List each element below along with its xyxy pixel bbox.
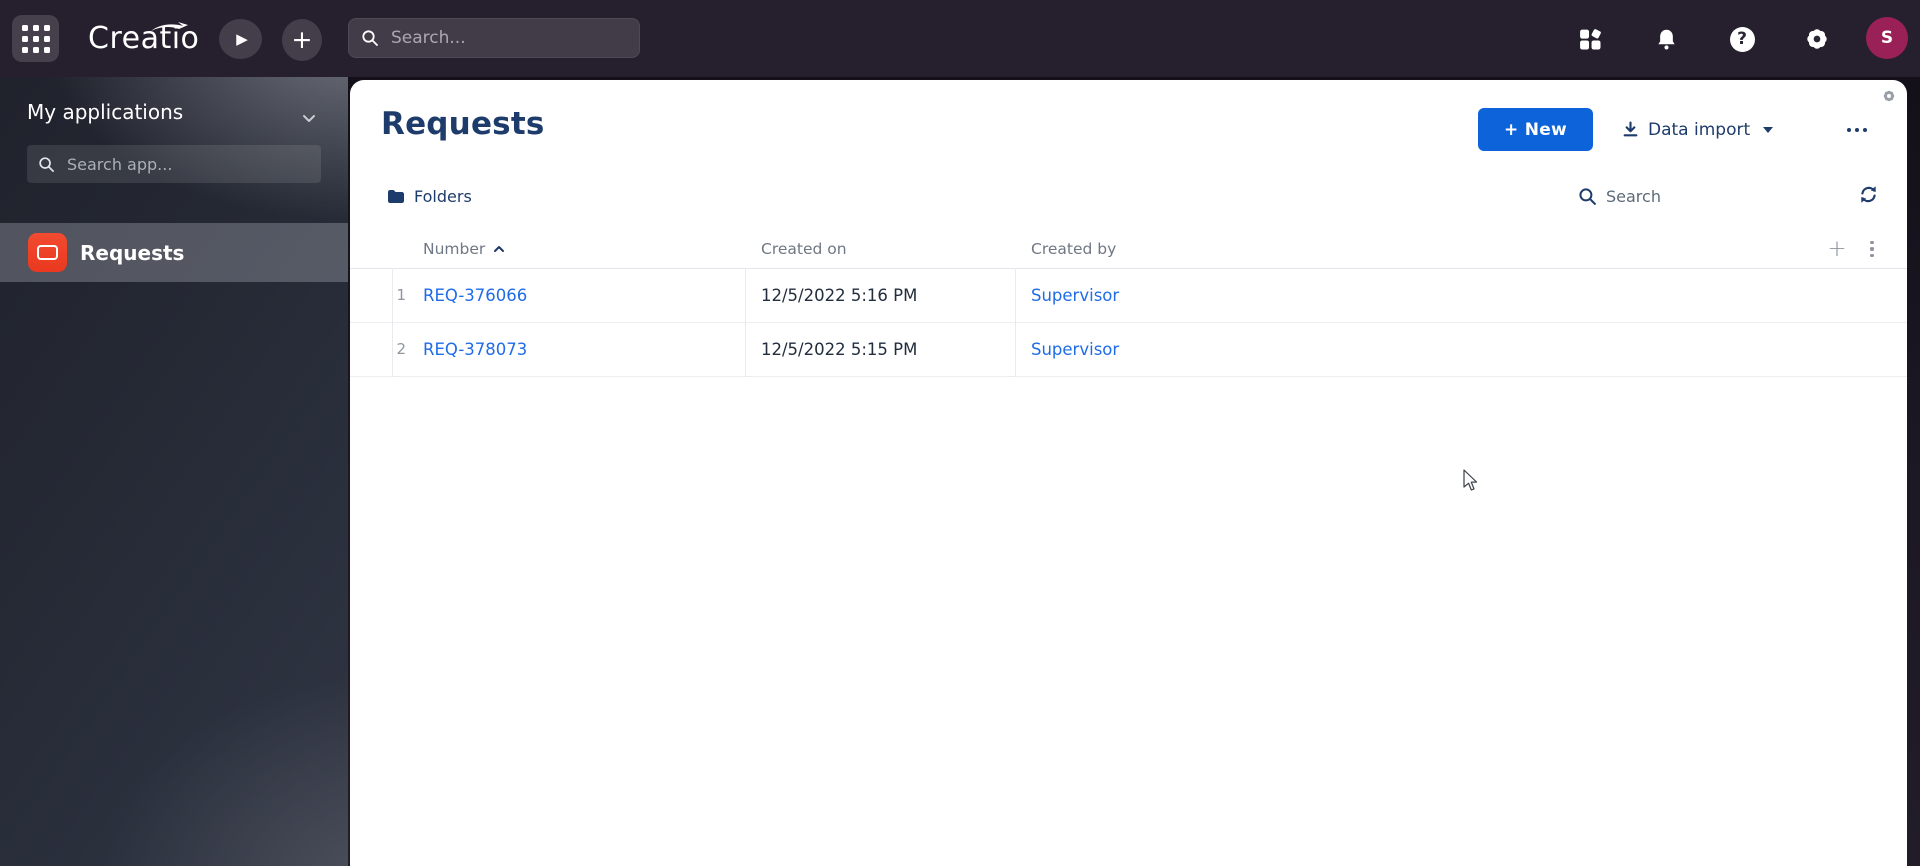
sidebar: My applications Requests bbox=[0, 77, 348, 866]
my-applications-header: My applications bbox=[27, 97, 328, 127]
gear-icon bbox=[1807, 29, 1827, 49]
requests-app-icon bbox=[28, 233, 67, 272]
refresh-button[interactable] bbox=[1858, 184, 1879, 209]
download-icon bbox=[1623, 121, 1638, 137]
table-row[interactable]: 1 REQ-376066 12/5/2022 5:16 PM Superviso… bbox=[350, 268, 1907, 323]
more-actions-button[interactable] bbox=[1840, 108, 1874, 151]
created-on-value: 12/5/2022 5:15 PM bbox=[761, 339, 918, 359]
data-import-label: Data import bbox=[1648, 119, 1751, 140]
list-search-label: Search bbox=[1606, 186, 1661, 206]
add-button[interactable]: + bbox=[282, 19, 322, 61]
list-search[interactable]: Search bbox=[1578, 182, 1661, 210]
notifications-button[interactable] bbox=[1652, 25, 1680, 53]
column-header-number[interactable]: Number bbox=[423, 230, 505, 268]
search-icon bbox=[362, 30, 378, 46]
sidebar-title: My applications bbox=[27, 100, 184, 124]
new-button[interactable]: + New bbox=[1478, 108, 1593, 151]
global-search-input[interactable] bbox=[389, 27, 623, 49]
record-number-link[interactable]: REQ-376066 bbox=[423, 286, 527, 305]
sidebar-item-requests[interactable]: Requests bbox=[0, 223, 348, 282]
folders-button[interactable]: Folders bbox=[387, 182, 472, 210]
help-button[interactable]: ? bbox=[1728, 25, 1756, 53]
user-avatar[interactable]: S bbox=[1866, 17, 1908, 59]
column-header-created-on[interactable]: Created on bbox=[761, 230, 847, 268]
created-by-link[interactable]: Supervisor bbox=[1031, 286, 1119, 305]
settings-button[interactable] bbox=[1803, 25, 1831, 53]
plus-icon: + bbox=[1827, 236, 1847, 262]
created-on-value: 12/5/2022 5:16 PM bbox=[761, 285, 918, 305]
add-column-button[interactable]: + bbox=[1822, 230, 1852, 268]
grid-icon bbox=[21, 24, 50, 53]
app-launcher-button[interactable] bbox=[12, 15, 59, 62]
sidebar-item-label: Requests bbox=[80, 240, 185, 265]
row-index: 1 bbox=[396, 286, 406, 304]
avatar-initial: S bbox=[1880, 28, 1894, 48]
requests-card: Requests + New Data import Folders Searc… bbox=[350, 80, 1907, 866]
record-number-link[interactable]: REQ-378073 bbox=[423, 340, 527, 359]
folders-label: Folders bbox=[414, 186, 472, 206]
app-search[interactable] bbox=[27, 145, 321, 183]
sort-asc-icon bbox=[494, 246, 505, 252]
play-button[interactable]: ▶ bbox=[219, 19, 262, 59]
creatio-logo[interactable]: Creatio bbox=[88, 0, 199, 77]
column-divider bbox=[392, 268, 393, 377]
workspaces-icon bbox=[1579, 28, 1601, 49]
data-import-button[interactable]: Data import bbox=[1622, 108, 1774, 151]
app-root: { "topbar": { "logo_text": "Creatio", "s… bbox=[0, 0, 1920, 866]
global-search[interactable] bbox=[348, 18, 640, 58]
row-index: 2 bbox=[396, 340, 406, 358]
play-icon: ▶ bbox=[236, 30, 248, 48]
main-area: Requests + New Data import Folders Searc… bbox=[348, 77, 1920, 866]
chevron-down-icon bbox=[1763, 126, 1774, 133]
column-header-created-by[interactable]: Created by bbox=[1031, 230, 1116, 268]
app-search-input[interactable] bbox=[65, 153, 299, 175]
column-menu-button[interactable] bbox=[1862, 230, 1882, 268]
bell-icon bbox=[1657, 29, 1675, 49]
column-divider bbox=[745, 268, 746, 377]
table-row[interactable]: 2 REQ-378073 12/5/2022 5:15 PM Superviso… bbox=[350, 322, 1907, 377]
refresh-icon bbox=[1861, 186, 1876, 203]
page-title: Requests bbox=[381, 106, 545, 142]
page-settings-gear-icon[interactable] bbox=[1882, 88, 1896, 107]
kebab-icon bbox=[1870, 240, 1874, 245]
topbar: Creatio ▶ + ? bbox=[0, 0, 1920, 77]
table-header: Number Created on Created by + bbox=[350, 230, 1907, 269]
search-icon bbox=[39, 156, 54, 172]
question-icon: ? bbox=[1729, 26, 1755, 52]
column-divider bbox=[1015, 268, 1016, 377]
chevron-down-icon[interactable] bbox=[302, 108, 316, 127]
ellipsis-icon bbox=[1847, 127, 1851, 132]
logo-swoosh-icon bbox=[151, 22, 188, 31]
search-icon bbox=[1579, 187, 1596, 205]
created-by-link: Supervisor bbox=[1031, 339, 1120, 359]
workspaces-button[interactable] bbox=[1576, 25, 1604, 53]
plus-icon: + bbox=[291, 24, 313, 54]
folder-icon bbox=[388, 189, 404, 203]
